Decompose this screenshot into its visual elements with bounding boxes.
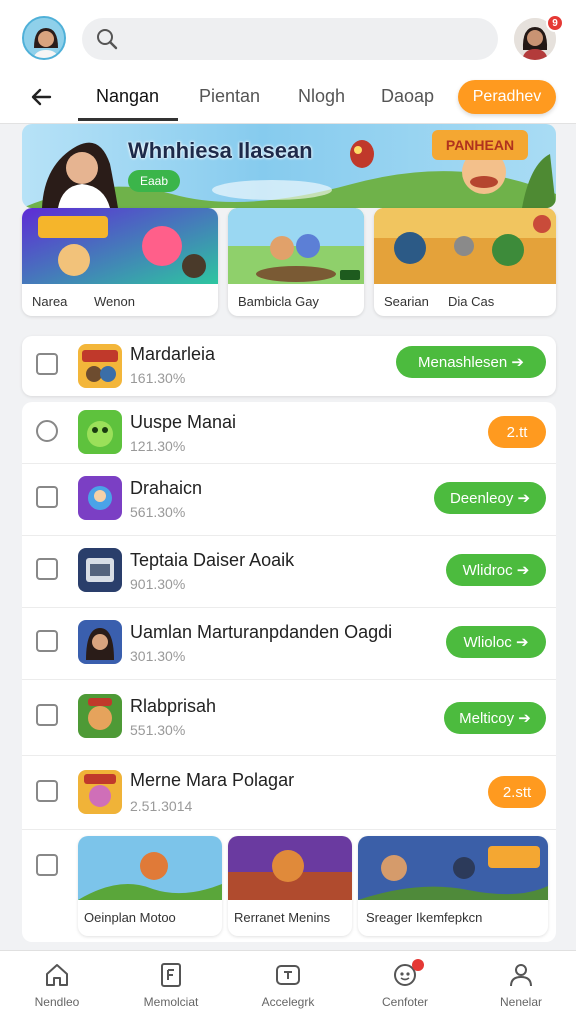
- row-checkbox[interactable]: [36, 353, 58, 375]
- game-card[interactable]: Searian Dia Cas: [374, 208, 556, 316]
- nav-item-profile[interactable]: Nenelar: [466, 959, 576, 1019]
- hero-artwork: PANHEAN: [22, 130, 556, 208]
- tab-pientan[interactable]: Pientan: [199, 86, 260, 107]
- hero-banner[interactable]: PANHEAN Whnhiesa Ilasean Eaab: [22, 124, 556, 208]
- game-thumbnail: [78, 836, 222, 900]
- app-subtitle: 901.30%: [130, 576, 186, 592]
- card-caption: Bambicla Gay: [238, 294, 319, 309]
- row-checkbox[interactable]: [36, 630, 58, 652]
- nav-label: Nendleo: [34, 995, 80, 1009]
- bookmark-icon: [161, 963, 181, 987]
- nav-label: Accelegrk: [261, 995, 315, 1009]
- bottom-navigation: Nendleo Memolciat Accelegrk Cenfoter Nen…: [0, 950, 576, 1024]
- row-checkbox[interactable]: [36, 420, 58, 442]
- game-thumbnail: [374, 208, 556, 284]
- app-title: Uamlan Marturanpdanden Oagdi: [130, 622, 393, 642]
- tab-bar: Nangan Pientan Nlogh Daoap Peradhev: [0, 70, 576, 124]
- tab-nangan[interactable]: Nangan: [96, 86, 159, 107]
- app-row[interactable]: Drahaicn 561.30% Deenleoy ➔: [22, 464, 556, 536]
- nav-item-bookmarks[interactable]: Memolciat: [116, 959, 226, 1019]
- app-icon: [78, 476, 122, 520]
- app-icon: [78, 620, 122, 664]
- game-card[interactable]: Bambicla Gay: [228, 208, 364, 316]
- profile-icon: [510, 964, 532, 987]
- nav-item-account[interactable]: Accelegrk: [233, 959, 343, 1019]
- app-subtitle: 551.30%: [130, 722, 186, 738]
- app-action-button[interactable]: Wlioloc ➔: [446, 626, 546, 658]
- card-icon: [276, 965, 300, 985]
- app-subtitle: 301.30%: [130, 648, 186, 664]
- back-arrow-icon[interactable]: [26, 82, 56, 112]
- app-subtitle: 121.30%: [130, 438, 186, 454]
- app-title: Teptaia Daiser Aoaik: [130, 550, 295, 570]
- app-title: Rlabprisah: [130, 696, 217, 716]
- nav-label: Cenfoter: [381, 995, 429, 1009]
- game-card[interactable]: Sreager Ikemfepkcn: [358, 836, 548, 936]
- app-subtitle: 2.51.3014: [130, 798, 193, 814]
- app-row[interactable]: Rlabprisah 551.30% Melticoy ➔: [22, 680, 556, 756]
- app-title: Uuspe Manai: [130, 412, 237, 432]
- row-checkbox[interactable]: [36, 854, 58, 876]
- app-icon: [78, 548, 122, 592]
- app-action-button[interactable]: Wlidroc ➔: [446, 554, 546, 586]
- card-caption-secondary: Dia Cas: [448, 294, 495, 309]
- user-avatar[interactable]: [22, 16, 66, 60]
- app-row[interactable]: Teptaia Daiser Aoaik 901.30% Wlidroc ➔: [22, 536, 556, 608]
- nav-item-home[interactable]: Nendleo: [2, 959, 112, 1019]
- tab-cta-button[interactable]: Peradhev: [458, 80, 556, 114]
- featured-action-button[interactable]: Menashlesen ➔: [396, 346, 546, 378]
- app-row[interactable]: Uamlan Marturanpdanden Oagdi 301.30% Wli…: [22, 608, 556, 680]
- search-input[interactable]: [126, 18, 486, 60]
- row-checkbox[interactable]: [36, 486, 58, 508]
- app-title: Merne Mara Polagar: [130, 770, 295, 790]
- tab-daoap[interactable]: Daoap: [381, 86, 434, 107]
- app-row[interactable]: Merne Mara Polagar 2.51.3014 2.stt: [22, 756, 556, 830]
- notification-dot: [412, 959, 424, 971]
- game-card[interactable]: Oeinplan Motoo: [78, 836, 222, 936]
- app-subtitle: 161.30%: [130, 370, 186, 386]
- app-subtitle: 561.30%: [130, 504, 186, 520]
- home-icon: [46, 964, 68, 986]
- app-icon: [78, 410, 122, 454]
- game-thumbnail: [22, 208, 218, 284]
- featured-row[interactable]: Mardarleia 161.30% Menashlesen ➔: [22, 336, 556, 396]
- nav-label: Memolciat: [143, 995, 199, 1009]
- card-caption: Narea: [32, 294, 68, 309]
- app-icon: [78, 344, 122, 388]
- svg-text:PANHEAN: PANHEAN: [446, 137, 514, 153]
- row-checkbox[interactable]: [36, 704, 58, 726]
- search-bar[interactable]: [82, 18, 498, 60]
- app-action-button[interactable]: Melticoy ➔: [444, 702, 546, 734]
- app-action-button[interactable]: 2.stt: [488, 776, 546, 808]
- nav-item-games[interactable]: Cenfoter: [350, 959, 460, 1019]
- game-thumbnail: [228, 208, 364, 284]
- row-checkbox[interactable]: [36, 780, 58, 802]
- app-action-button[interactable]: 2.tt: [488, 416, 546, 448]
- app-icon: [78, 770, 122, 814]
- hero-button[interactable]: Eaab: [128, 170, 180, 192]
- notification-badge: 9: [546, 14, 564, 32]
- card-caption: Rerranet Menins: [234, 910, 331, 925]
- active-tab-indicator: [78, 118, 178, 121]
- game-thumbnail: [358, 836, 548, 900]
- card-caption: Sreager Ikemfepkcn: [366, 910, 483, 925]
- app-icon: [78, 694, 122, 738]
- tab-nlogh[interactable]: Nlogh: [298, 86, 345, 107]
- card-caption: Searian: [384, 294, 429, 309]
- app-action-button[interactable]: Deenleoy ➔: [434, 482, 546, 514]
- game-card[interactable]: Rerranet Menins: [228, 836, 352, 936]
- search-icon: [97, 29, 118, 50]
- card-caption-secondary: Wenon: [94, 294, 135, 309]
- row-checkbox[interactable]: [36, 558, 58, 580]
- top-bar: 9: [0, 0, 576, 70]
- card-caption: Oeinplan Motoo: [84, 910, 176, 925]
- app-title: Mardarleia: [130, 344, 216, 364]
- app-row[interactable]: Uuspe Manai 121.30% 2.tt: [22, 402, 556, 464]
- hero-title: Whnhiesa Ilasean: [128, 138, 313, 163]
- app-title: Drahaicn: [130, 478, 203, 498]
- game-card[interactable]: Narea Wenon: [22, 208, 218, 316]
- nav-label: Nenelar: [499, 995, 543, 1009]
- game-thumbnail: [228, 836, 352, 900]
